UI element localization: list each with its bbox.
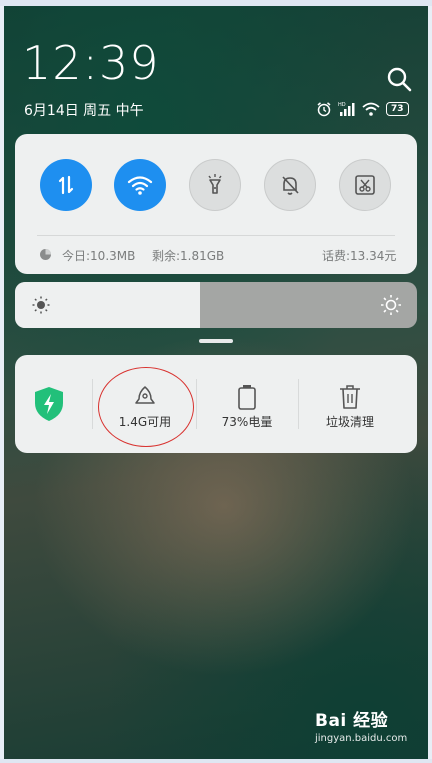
brightness-slider[interactable] [15, 282, 417, 328]
clock-time: 12:39 [22, 36, 160, 90]
signal-hd-icon: HD [338, 102, 355, 116]
trash-icon [340, 385, 360, 409]
panel-drag-handle[interactable] [199, 339, 233, 343]
shortcuts-panel: 1.4G可用 73%电量 垃圾清理 [15, 355, 417, 453]
battery-label: 73%电量 [221, 415, 273, 429]
wifi-icon [127, 176, 153, 195]
phone-balance: 话费:13.34元 [322, 249, 397, 263]
svg-text:HD: HD [338, 102, 346, 108]
battery-indicator: 73 [386, 102, 409, 116]
screenshot-toggle[interactable] [339, 159, 391, 211]
data-usage-icon [40, 249, 51, 260]
mute-toggle[interactable] [264, 159, 316, 211]
battery-shortcut[interactable]: 73%电量 [197, 355, 297, 453]
flashlight-toggle[interactable] [189, 159, 241, 211]
brightness-high-icon [381, 295, 401, 315]
status-bar-icons: HD 73 [316, 100, 416, 118]
cleanup-shortcut[interactable]: 垃圾清理 [300, 355, 400, 453]
mobile-data-toggle[interactable] [40, 159, 92, 211]
baidu-watermark: Bai 经验 jingyan.baidu.com [315, 706, 407, 744]
panel-divider [37, 235, 395, 236]
alarm-icon [317, 102, 331, 117]
data-remaining: 剩余:1.81GB [152, 249, 225, 263]
scissors-screenshot-icon [355, 175, 375, 195]
annotation-circle [98, 367, 194, 447]
cleanup-label: 垃圾清理 [325, 415, 374, 429]
search-button[interactable] [384, 64, 414, 94]
battery-icon [238, 385, 256, 410]
security-shield-icon [35, 387, 63, 421]
quick-settings-panel: 今日:10.3MB 剩余:1.81GB 话费:13.34元 [15, 134, 417, 274]
data-transfer-icon [58, 175, 74, 195]
shortcut-separator [92, 379, 93, 429]
screenshot-border-bottom [0, 759, 432, 763]
wifi-toggle[interactable] [114, 159, 166, 211]
data-today: 今日:10.3MB [62, 249, 136, 263]
clock-date: 6月14日 周五 中午 [24, 103, 144, 119]
watermark-brand: Bai 经验 [315, 711, 389, 731]
flashlight-icon [208, 174, 222, 194]
watermark-url: jingyan.baidu.com [315, 733, 408, 744]
search-icon [387, 67, 412, 92]
security-button[interactable] [33, 386, 65, 426]
bell-off-icon [282, 176, 299, 195]
shortcut-separator [298, 379, 299, 429]
brightness-low-icon [32, 296, 50, 314]
wifi-status-icon [362, 102, 380, 116]
